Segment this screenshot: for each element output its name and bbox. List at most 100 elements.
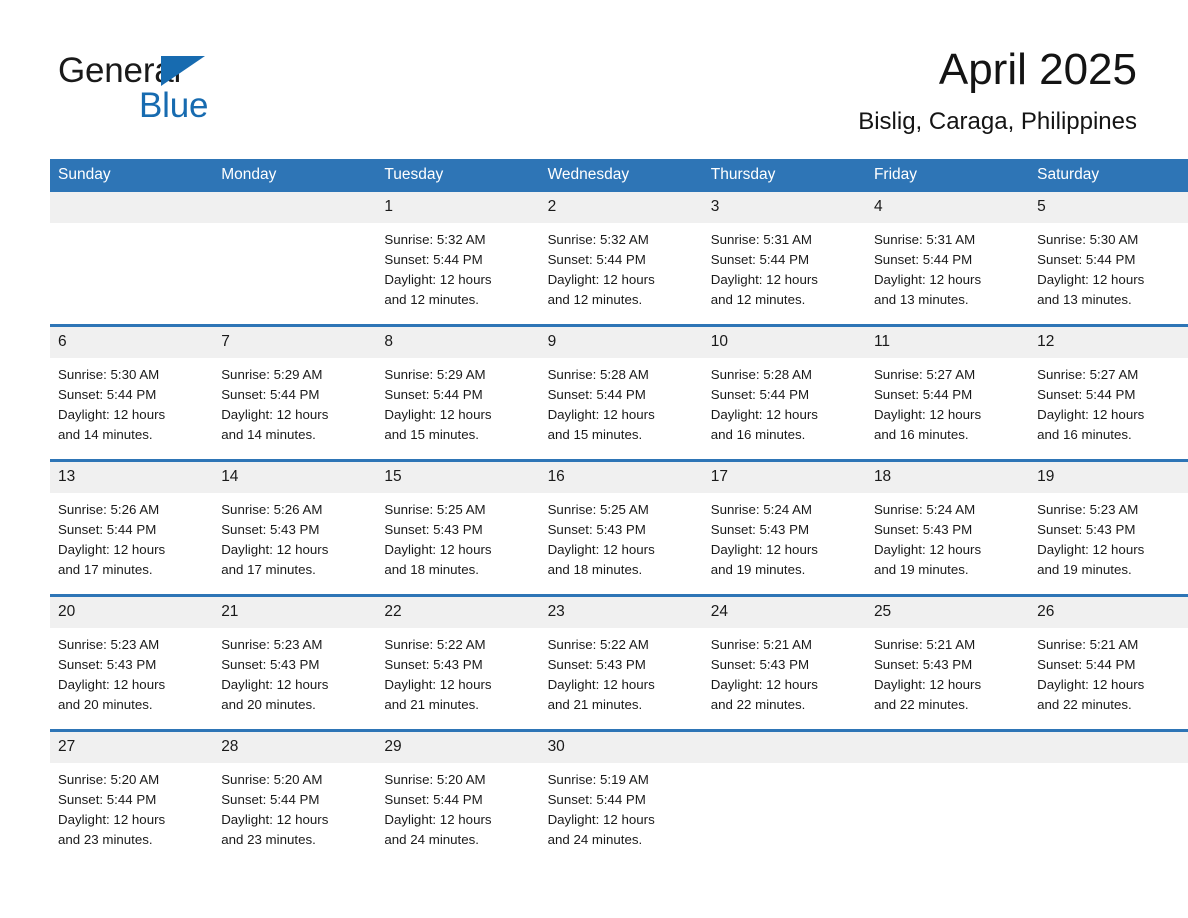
sunrise-text: Sunrise: 5:23 AM bbox=[221, 637, 323, 652]
day-details: Sunrise: 5:25 AM Sunset: 5:43 PM Daylight:… bbox=[376, 493, 539, 580]
day-details: Sunrise: 5:30 AM Sunset: 5:44 PM Daylight:… bbox=[50, 358, 213, 445]
calendar-day-cell[interactable]: 21 Sunrise: 5:23 AM Sunset: 5:43 PM Dayligh… bbox=[213, 594, 377, 731]
daylight-text-line2: and 16 minutes. bbox=[873, 427, 969, 443]
calendar-day-cell[interactable]: 4 Sunrise: 5:31 AM Sunset: 5:44 PM Daylight… bbox=[865, 192, 1030, 326]
daylight-text-line2: and 23 minutes. bbox=[58, 832, 153, 848]
sunrise-text: Sunrise: 5:20 AM bbox=[221, 772, 323, 787]
calendar-head: Sunday Monday Tuesday Wednesday Thursday… bbox=[50, 159, 1188, 192]
calendar-day-cell[interactable]: 20 Sunrise: 5:23 AM Sunset: 5:43 PM Dayligh… bbox=[50, 594, 214, 731]
day-number: 17 bbox=[702, 462, 866, 493]
calendar-day-cell[interactable]: 19 Sunrise: 5:23 AM Sunset: 5:43 PM Dayligh… bbox=[1029, 459, 1188, 596]
calendar-day-cell[interactable]: 25 Sunrise: 5:21 AM Sunset: 5:43 PM Dayligh… bbox=[865, 594, 1030, 731]
calendar-day-cell[interactable]: 18 Sunrise: 5:24 AM Sunset: 5:43 PM Dayligh… bbox=[865, 459, 1030, 596]
calendar-day-cell[interactable]: 7 Sunrise: 5:29 AM Sunset: 5:44 PM Daylight… bbox=[213, 324, 377, 461]
calendar-day-cell[interactable]: 29 Sunrise: 5:20 AM Sunset: 5:44 PM Dayligh… bbox=[376, 729, 540, 864]
sunrise-text: Sunrise: 5:24 AM bbox=[710, 502, 813, 517]
calendar-day-cell[interactable]: 23 Sunrise: 5:22 AM Sunset: 5:43 PM Dayligh… bbox=[539, 594, 703, 731]
day-number: 22 bbox=[376, 597, 540, 628]
daylight-text-line2: and 13 minutes. bbox=[873, 292, 969, 308]
day-details: Sunrise: 5:25 AM Sunset: 5:43 PM Daylight:… bbox=[540, 493, 703, 580]
calendar-day-cell[interactable]: 12 Sunrise: 5:27 AM Sunset: 5:44 PM Dayligh… bbox=[1029, 324, 1188, 461]
sunrise-text: Sunrise: 5:27 AM bbox=[1037, 367, 1139, 382]
daylight-text-line1: Daylight: 12 hours bbox=[547, 677, 655, 693]
sunrise-text: Sunrise: 5:23 AM bbox=[1037, 502, 1139, 517]
sunrise-text: Sunrise: 5:22 AM bbox=[384, 637, 486, 652]
day-details: Sunrise: 5:30 AM Sunset: 5:44 PM Daylight:… bbox=[1029, 223, 1188, 310]
sunrise-text: Sunrise: 5:28 AM bbox=[547, 367, 649, 382]
sunset-text: Sunset: 5:44 PM bbox=[384, 792, 483, 808]
sunrise-text: Sunrise: 5:32 AM bbox=[384, 232, 486, 247]
day-details: Sunrise: 5:31 AM Sunset: 5:44 PM Daylight:… bbox=[866, 223, 1029, 310]
calendar-day-cell[interactable]: 14 Sunrise: 5:26 AM Sunset: 5:43 PM Dayligh… bbox=[213, 459, 377, 596]
calendar-day-cell[interactable]: 17 Sunrise: 5:24 AM Sunset: 5:43 PM Dayligh… bbox=[702, 459, 866, 596]
daylight-text-line1: Daylight: 12 hours bbox=[547, 542, 655, 558]
sunset-text: Sunset: 5:43 PM bbox=[710, 657, 810, 673]
calendar-day-cell[interactable]: 30 Sunrise: 5:19 AM Sunset: 5:44 PM Dayligh… bbox=[539, 729, 703, 864]
weekday-header-tuesday: Tuesday bbox=[376, 159, 540, 192]
sunrise-text: Sunrise: 5:27 AM bbox=[873, 367, 976, 382]
daylight-text-line2: and 22 minutes. bbox=[873, 697, 969, 713]
day-details: Sunrise: 5:21 AM Sunset: 5:43 PM Daylight:… bbox=[703, 628, 866, 715]
calendar-day-cell[interactable]: 2 Sunrise: 5:32 AM Sunset: 5:44 PM Daylight… bbox=[539, 192, 703, 326]
calendar-cell-empty bbox=[865, 729, 1030, 864]
day-details: Sunrise: 5:27 AM Sunset: 5:44 PM Daylight:… bbox=[1029, 358, 1188, 445]
sunset-text: Sunset: 5:44 PM bbox=[710, 252, 810, 268]
calendar-day-cell[interactable]: 27 Sunrise: 5:20 AM Sunset: 5:44 PM Dayligh… bbox=[50, 729, 214, 864]
day-details: Sunrise: 5:20 AM Sunset: 5:44 PM Daylight:… bbox=[376, 763, 539, 850]
sunset-text: Sunset: 5:44 PM bbox=[221, 792, 320, 808]
calendar-day-cell[interactable]: 5 Sunrise: 5:30 AM Sunset: 5:44 PM Daylight… bbox=[1029, 192, 1188, 326]
calendar-table: Sunday Monday Tuesday Wednesday Thursday… bbox=[50, 159, 1188, 864]
daylight-text-line1: Daylight: 12 hours bbox=[710, 407, 818, 423]
calendar-day-cell[interactable]: 6 Sunrise: 5:30 AM Sunset: 5:44 PM Daylight… bbox=[50, 324, 214, 461]
day-number: 26 bbox=[1029, 597, 1188, 628]
sunset-text: Sunset: 5:44 PM bbox=[384, 387, 483, 403]
calendar-day-cell[interactable]: 13 Sunrise: 5:26 AM Sunset: 5:44 PM Dayligh… bbox=[50, 459, 214, 596]
daylight-text-line1: Daylight: 12 hours bbox=[547, 812, 655, 828]
sunset-text: Sunset: 5:44 PM bbox=[1037, 252, 1136, 268]
sunset-text: Sunset: 5:44 PM bbox=[58, 522, 157, 538]
calendar-day-cell[interactable]: 10 Sunrise: 5:28 AM Sunset: 5:44 PM Dayligh… bbox=[702, 324, 866, 461]
calendar-day-cell[interactable]: 22 Sunrise: 5:22 AM Sunset: 5:43 PM Dayligh… bbox=[376, 594, 540, 731]
day-number: 4 bbox=[865, 192, 1030, 223]
sunset-text: Sunset: 5:44 PM bbox=[873, 387, 973, 403]
calendar-day-cell[interactable]: 3 Sunrise: 5:31 AM Sunset: 5:44 PM Daylight… bbox=[702, 192, 866, 326]
day-number: 19 bbox=[1029, 462, 1188, 493]
sunset-text: Sunset: 5:44 PM bbox=[1037, 657, 1136, 673]
day-number: 12 bbox=[1029, 327, 1188, 358]
day-number: 7 bbox=[213, 327, 377, 358]
daylight-text-line2: and 12 minutes. bbox=[384, 292, 479, 308]
daylight-text-line2: and 17 minutes. bbox=[221, 562, 316, 578]
day-number: 9 bbox=[539, 327, 703, 358]
daylight-text-line1: Daylight: 12 hours bbox=[384, 542, 492, 558]
sunset-text: Sunset: 5:43 PM bbox=[710, 522, 810, 538]
calendar-day-cell[interactable]: 9 Sunrise: 5:28 AM Sunset: 5:44 PM Daylight… bbox=[539, 324, 703, 461]
daylight-text-line2: and 18 minutes. bbox=[384, 562, 479, 578]
day-details: Sunrise: 5:32 AM Sunset: 5:44 PM Daylight:… bbox=[376, 223, 539, 310]
day-number: 28 bbox=[213, 732, 377, 763]
calendar-day-cell[interactable]: 28 Sunrise: 5:20 AM Sunset: 5:44 PM Dayligh… bbox=[213, 729, 377, 864]
daylight-text-line1: Daylight: 12 hours bbox=[58, 542, 166, 558]
calendar-day-cell[interactable]: 24 Sunrise: 5:21 AM Sunset: 5:43 PM Dayligh… bbox=[702, 594, 866, 731]
calendar-day-cell[interactable]: 26 Sunrise: 5:21 AM Sunset: 5:44 PM Dayligh… bbox=[1029, 594, 1188, 731]
calendar-cell-empty bbox=[213, 192, 377, 326]
weekday-header-monday: Monday bbox=[213, 159, 377, 192]
calendar-day-cell[interactable]: 1 Sunrise: 5:32 AM Sunset: 5:44 PM Daylight… bbox=[376, 192, 540, 326]
sunrise-text: Sunrise: 5:22 AM bbox=[547, 637, 649, 652]
daylight-text-line1: Daylight: 12 hours bbox=[873, 407, 982, 423]
calendar-day-cell[interactable]: 8 Sunrise: 5:29 AM Sunset: 5:44 PM Daylight… bbox=[376, 324, 540, 461]
daylight-text-line1: Daylight: 12 hours bbox=[873, 542, 982, 558]
daylight-text-line1: Daylight: 12 hours bbox=[1037, 272, 1145, 288]
daylight-text-line2: and 14 minutes. bbox=[58, 427, 153, 443]
calendar-day-cell[interactable]: 11 Sunrise: 5:27 AM Sunset: 5:44 PM Dayligh… bbox=[865, 324, 1030, 461]
sunset-text: Sunset: 5:43 PM bbox=[58, 657, 157, 673]
sunrise-text: Sunrise: 5:25 AM bbox=[547, 502, 649, 517]
daylight-text-line2: and 16 minutes. bbox=[1037, 427, 1132, 443]
day-details: Sunrise: 5:26 AM Sunset: 5:44 PM Daylight:… bbox=[50, 493, 213, 580]
daylight-text-line2: and 24 minutes. bbox=[384, 832, 479, 848]
calendar-day-cell[interactable]: 15 Sunrise: 5:25 AM Sunset: 5:43 PM Dayligh… bbox=[376, 459, 540, 596]
calendar-week-row: 1 Sunrise: 5:32 AM Sunset: 5:44 PM Daylight… bbox=[50, 192, 1188, 326]
calendar-day-cell[interactable]: 16 Sunrise: 5:25 AM Sunset: 5:43 PM Dayligh… bbox=[539, 459, 703, 596]
generalblue-logo[interactable]: General Blue bbox=[58, 52, 358, 132]
daylight-text-line2: and 14 minutes. bbox=[221, 427, 316, 443]
day-number: 3 bbox=[702, 192, 866, 223]
